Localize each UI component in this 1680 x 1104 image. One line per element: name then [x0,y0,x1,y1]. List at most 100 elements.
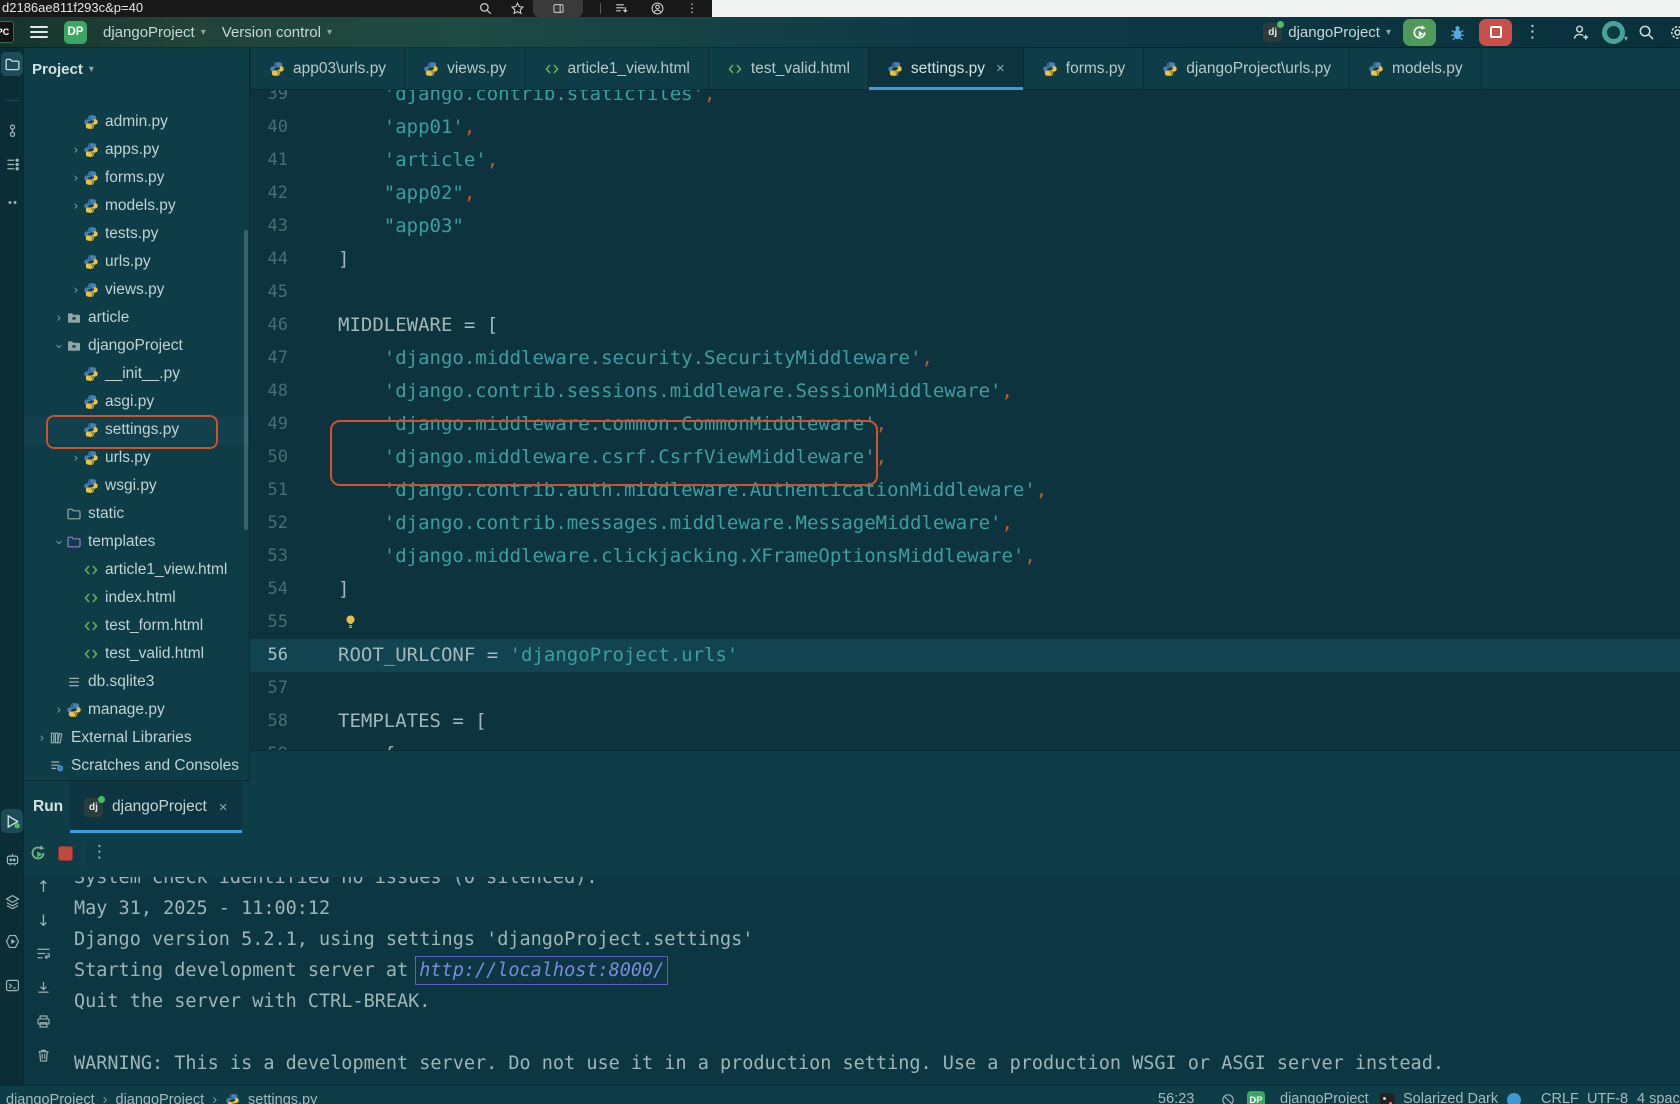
kebab-menu-icon[interactable]: ⋮ [91,842,108,862]
project-panel-header[interactable]: Project ▾ [32,57,94,81]
tree-item[interactable]: urls.py [24,248,249,276]
chevron-right-icon[interactable] [35,731,49,746]
chevron-right-icon[interactable] [69,143,83,158]
tree-item[interactable]: test_form.html [24,612,249,640]
project-menu[interactable]: djangoProject ▾ [103,24,206,41]
chevron-right-icon[interactable] [52,703,66,718]
settings-gear-icon[interactable] [1668,23,1680,42]
print-icon[interactable] [35,1013,52,1030]
scroll-down-icon[interactable]: ↓ [35,912,52,929]
breadcrumb-item[interactable]: djangoProject [6,1092,95,1104]
tree-item[interactable]: views.py [24,276,249,304]
tree-item-scratches[interactable]: Scratches and Consoles [24,752,249,780]
tree-item[interactable]: forms.py [24,164,249,192]
tab-settings-py[interactable]: settings.py × [868,48,1024,90]
tree-item[interactable]: apps.py [24,136,249,164]
tab-views-py[interactable]: views.py [405,48,526,89]
run-config-selector[interactable]: dj djangoProject ▾ [1263,20,1391,42]
tree-item[interactable]: article [24,304,249,332]
kebab-menu-icon[interactable]: ⋮ [686,0,698,17]
close-icon[interactable]: × [219,799,228,816]
tree-item[interactable]: db.sqlite3 [24,668,249,696]
run-console[interactable]: System check identified no issues (0 sil… [24,877,1680,1085]
scroll-to-end-icon[interactable] [35,979,52,996]
interpreter-widget[interactable]: djangoProject [1280,1086,1369,1104]
add-user-icon[interactable] [1571,23,1590,42]
commit-icon[interactable] [1,118,23,142]
notifications-muted-icon[interactable] [1220,1092,1236,1104]
soft-wrap-icon[interactable] [35,945,52,962]
avatar[interactable]: ▾ [1602,20,1628,44]
intention-lightbulb-icon[interactable] [343,614,358,631]
code-text: 'django.contrib.sessions.middleware.Sess… [338,380,1013,402]
more-tools-icon[interactable] [1,190,23,214]
rerun-button[interactable] [1403,18,1436,46]
chevron-down-icon[interactable] [52,339,66,354]
chevron-right-icon[interactable] [52,311,66,326]
structure-icon[interactable] [1,152,23,176]
clear-all-icon[interactable] [35,1047,52,1064]
close-icon[interactable]: × [996,60,1005,77]
tree-item-external-libraries[interactable]: External Libraries [24,724,249,752]
tree-item[interactable]: wsgi.py [24,472,249,500]
stop-icon[interactable] [58,846,73,861]
side-panel-button[interactable] [533,0,583,17]
zoom-icon[interactable] [478,1,493,16]
python-packages-icon[interactable] [1,889,23,913]
tree-item[interactable]: asgi.py [24,388,249,416]
tree-item[interactable]: admin.py [24,108,249,136]
code-editor[interactable]: 39 'django.contrib.staticfiles', 40 'app… [250,90,1680,750]
breadcrumb-item[interactable]: settings.py [248,1092,317,1104]
kebab-menu-icon[interactable]: ⋮ [1524,23,1541,41]
tree-item[interactable]: test_valid.html [24,640,249,668]
status-dot-icon[interactable] [1507,1093,1521,1104]
search-icon[interactable] [1637,23,1656,42]
tree-item[interactable]: index.html [24,584,249,612]
tree-item[interactable]: static [24,500,249,528]
scroll-up-icon[interactable]: ↑ [35,878,52,895]
chevron-right-icon[interactable] [69,451,83,466]
tab-models-py[interactable]: models.py [1350,48,1482,89]
theme-widget[interactable]: Solarized Dark [1403,1086,1498,1104]
tree-item[interactable]: models.py [24,192,249,220]
encoding-widget[interactable]: UTF-8 [1587,1086,1628,1104]
run-tool-icon[interactable] [1,809,23,833]
tree-item[interactable]: tests.py [24,220,249,248]
bookmark-star-icon[interactable] [510,1,525,16]
tree-item[interactable]: templates [24,528,249,556]
breadcrumb-item[interactable]: djangoProject [116,1092,205,1104]
tree-item[interactable]: urls.py [24,444,249,472]
main-menu-button[interactable] [30,26,48,38]
stop-button[interactable] [1479,18,1512,46]
chevron-right-icon[interactable] [69,283,83,298]
tab-app03-urls-py[interactable]: app03\urls.py [250,48,406,89]
profile-icon[interactable] [650,1,665,16]
services-icon[interactable] [1,847,23,871]
rerun-icon[interactable] [28,843,48,863]
tree-item-settings-py[interactable]: settings.py [24,415,249,449]
run-tab-djangoproject[interactable]: dj djangoProject × [70,781,242,833]
tab-forms-py[interactable]: forms.py [1024,48,1145,89]
tab-list-icon[interactable] [614,1,629,16]
url-fragment[interactable]: d2186ae811f293c&p=40 [2,0,143,17]
localhost-link[interactable]: http://localhost:8000/ [415,956,669,985]
tree-item[interactable]: manage.py [24,696,249,724]
tab-article1-view-html[interactable]: article1_view.html [526,48,709,89]
project-tool-icon[interactable] [1,52,23,76]
cursor-position[interactable]: 56:23 [1158,1086,1194,1104]
chevron-right-icon[interactable] [69,171,83,186]
chevron-right-icon[interactable] [69,199,83,214]
tab-djangoproject-urls-py[interactable]: djangoProject\urls.py [1144,48,1350,89]
tree-item[interactable]: djangoProject [24,332,249,360]
terminal-icon[interactable] [1,973,23,997]
version-control-menu[interactable]: Version control ▾ [222,24,332,41]
debug-icon[interactable] [1448,23,1467,42]
tree-item[interactable]: __init__.py [24,360,249,388]
indent-widget[interactable]: 4 spaces [1637,1086,1680,1104]
profiler-icon[interactable] [1,929,23,953]
tab-test-valid-html[interactable]: test_valid.html [709,48,869,89]
chevron-down-icon[interactable] [52,535,66,550]
scrollbar-thumb[interactable] [244,230,248,530]
tree-item[interactable]: article1_view.html [24,556,249,584]
line-ending-widget[interactable]: CRLF [1541,1086,1579,1104]
